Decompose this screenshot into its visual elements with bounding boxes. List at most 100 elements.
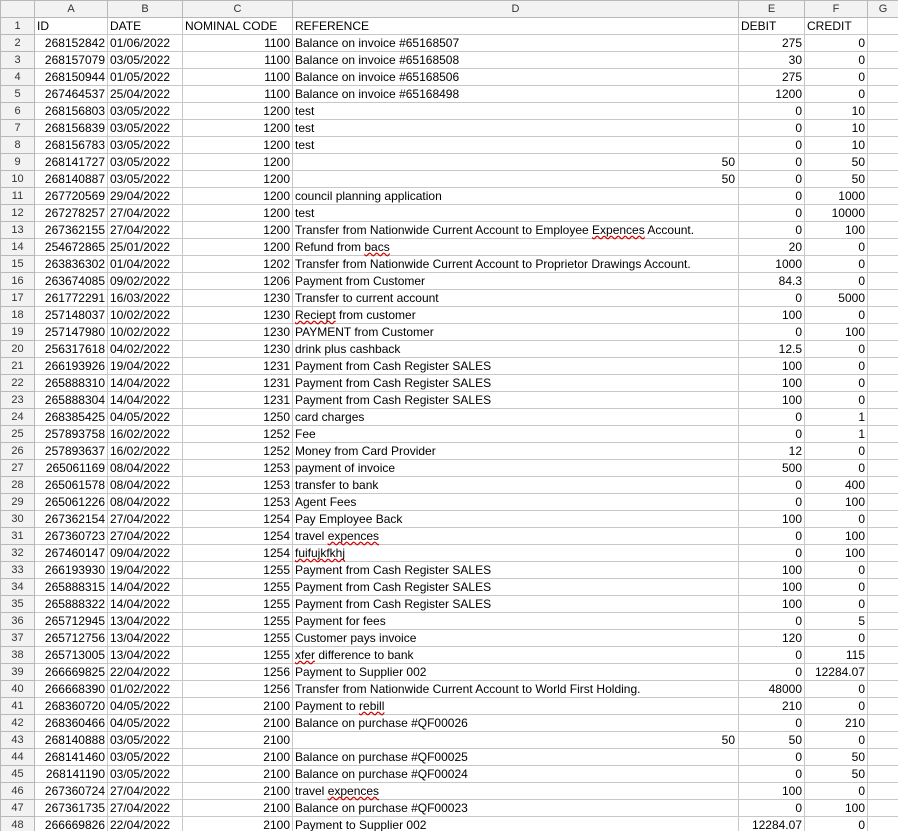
cell-reference[interactable]: 50 — [292, 731, 739, 749]
cell-reference[interactable]: test — [292, 119, 739, 137]
row-header[interactable]: 17 — [0, 289, 35, 307]
empty-cell[interactable] — [867, 425, 898, 443]
cell-credit[interactable]: 400 — [804, 476, 868, 494]
cell-credit[interactable]: 100 — [804, 221, 868, 239]
row-header[interactable]: 7 — [0, 119, 35, 137]
empty-cell[interactable] — [867, 561, 898, 579]
cell-credit[interactable]: 1 — [804, 408, 868, 426]
cell-date[interactable]: 29/04/2022 — [107, 187, 183, 205]
cell-date[interactable]: 04/05/2022 — [107, 714, 183, 732]
cell-debit[interactable]: 275 — [738, 68, 805, 86]
row-header[interactable]: 46 — [0, 782, 35, 800]
cell-nominal-code[interactable]: 1200 — [182, 119, 293, 137]
cell-reference[interactable]: payment of invoice — [292, 459, 739, 477]
cell-nominal-code[interactable]: 1200 — [182, 187, 293, 205]
row-header[interactable]: 27 — [0, 459, 35, 477]
cell-debit[interactable]: 0 — [738, 663, 805, 681]
cell-date[interactable]: 27/04/2022 — [107, 510, 183, 528]
cell-date[interactable]: 04/05/2022 — [107, 408, 183, 426]
empty-cell[interactable] — [867, 663, 898, 681]
row-header[interactable]: 47 — [0, 799, 35, 817]
cell-date[interactable]: 01/06/2022 — [107, 34, 183, 52]
empty-cell[interactable] — [867, 782, 898, 800]
cell-id[interactable]: 265061169 — [34, 459, 108, 477]
empty-cell[interactable] — [867, 595, 898, 613]
cell-reference[interactable]: Payment to Supplier 002 — [292, 816, 739, 831]
empty-cell[interactable] — [867, 255, 898, 273]
cell-date[interactable]: 14/04/2022 — [107, 391, 183, 409]
row-header[interactable]: 44 — [0, 748, 35, 766]
cell-credit[interactable]: 0 — [804, 697, 868, 715]
cell-credit[interactable]: 0 — [804, 680, 868, 698]
cell-credit[interactable]: 1 — [804, 425, 868, 443]
column-header-a[interactable]: A — [34, 0, 108, 18]
cell-nominal-code[interactable]: 2100 — [182, 765, 293, 783]
cell-nominal-code[interactable]: 1256 — [182, 680, 293, 698]
cell-debit[interactable]: 1200 — [738, 85, 805, 103]
cell-date[interactable]: 27/04/2022 — [107, 799, 183, 817]
cell-date[interactable]: 19/04/2022 — [107, 561, 183, 579]
cell-credit[interactable]: 100 — [804, 799, 868, 817]
empty-cell[interactable] — [867, 153, 898, 171]
cell-nominal-code[interactable]: 1252 — [182, 442, 293, 460]
empty-cell[interactable] — [867, 17, 898, 35]
empty-cell[interactable] — [867, 629, 898, 647]
cell-credit[interactable]: 12284.07 — [804, 663, 868, 681]
empty-cell[interactable] — [867, 646, 898, 664]
cell-nominal-code[interactable]: 1231 — [182, 357, 293, 375]
cell-debit[interactable]: 0 — [738, 765, 805, 783]
cell-reference[interactable]: Balance on purchase #QF00023 — [292, 799, 739, 817]
empty-cell[interactable] — [867, 170, 898, 188]
cell-debit[interactable]: 0 — [738, 323, 805, 341]
row-header[interactable]: 12 — [0, 204, 35, 222]
column-header-g[interactable]: G — [867, 0, 898, 18]
empty-cell[interactable] — [867, 714, 898, 732]
cell-credit[interactable]: 0 — [804, 34, 868, 52]
cell-credit[interactable]: 0 — [804, 510, 868, 528]
cell-debit[interactable]: 84.3 — [738, 272, 805, 290]
cell-date[interactable]: 01/02/2022 — [107, 680, 183, 698]
cell-nominal-code[interactable]: 1254 — [182, 544, 293, 562]
row-header[interactable]: 32 — [0, 544, 35, 562]
cell-credit[interactable]: 0 — [804, 374, 868, 392]
cell-nominal-code[interactable]: 1200 — [182, 238, 293, 256]
cell-id[interactable]: 257148037 — [34, 306, 108, 324]
cell-id[interactable]: 265712756 — [34, 629, 108, 647]
cell-reference[interactable]: Balance on purchase #QF00024 — [292, 765, 739, 783]
cell-credit[interactable]: 10 — [804, 102, 868, 120]
cell-nominal-code[interactable]: 1206 — [182, 272, 293, 290]
cell-id[interactable]: 265888315 — [34, 578, 108, 596]
cell-id[interactable]: 268360720 — [34, 697, 108, 715]
cell-date[interactable]: 03/05/2022 — [107, 51, 183, 69]
cell-credit[interactable]: 100 — [804, 493, 868, 511]
row-header[interactable]: 21 — [0, 357, 35, 375]
cell-credit[interactable]: 210 — [804, 714, 868, 732]
empty-cell[interactable] — [867, 374, 898, 392]
cell-debit[interactable]: 100 — [738, 374, 805, 392]
cell-reference[interactable]: 50 — [292, 170, 739, 188]
cell-debit[interactable]: 12 — [738, 442, 805, 460]
cell-debit[interactable]: 100 — [738, 595, 805, 613]
cell-date[interactable]: 08/04/2022 — [107, 493, 183, 511]
cell-reference[interactable]: 50 — [292, 153, 739, 171]
cell-reference[interactable]: travel expences — [292, 527, 739, 545]
cell-id[interactable]: 267360724 — [34, 782, 108, 800]
cell-date[interactable]: 03/05/2022 — [107, 119, 183, 137]
cell-debit[interactable]: 0 — [738, 153, 805, 171]
cell-debit[interactable]: 0 — [738, 748, 805, 766]
cell-nominal-code[interactable]: 2100 — [182, 748, 293, 766]
cell-id[interactable]: 267464537 — [34, 85, 108, 103]
row-header[interactable]: 22 — [0, 374, 35, 392]
cell-date[interactable]: 10/02/2022 — [107, 323, 183, 341]
row-header[interactable]: 34 — [0, 578, 35, 596]
cell-reference[interactable]: test — [292, 102, 739, 120]
row-header[interactable]: 31 — [0, 527, 35, 545]
cell-id[interactable]: 267361735 — [34, 799, 108, 817]
cell-debit[interactable]: 12284.07 — [738, 816, 805, 831]
cell-credit[interactable]: 0 — [804, 731, 868, 749]
cell-nominal-code[interactable]: 2100 — [182, 782, 293, 800]
column-header-c[interactable]: C — [182, 0, 293, 18]
empty-cell[interactable] — [867, 238, 898, 256]
cell-id[interactable]: 268385425 — [34, 408, 108, 426]
row-header[interactable]: 13 — [0, 221, 35, 239]
